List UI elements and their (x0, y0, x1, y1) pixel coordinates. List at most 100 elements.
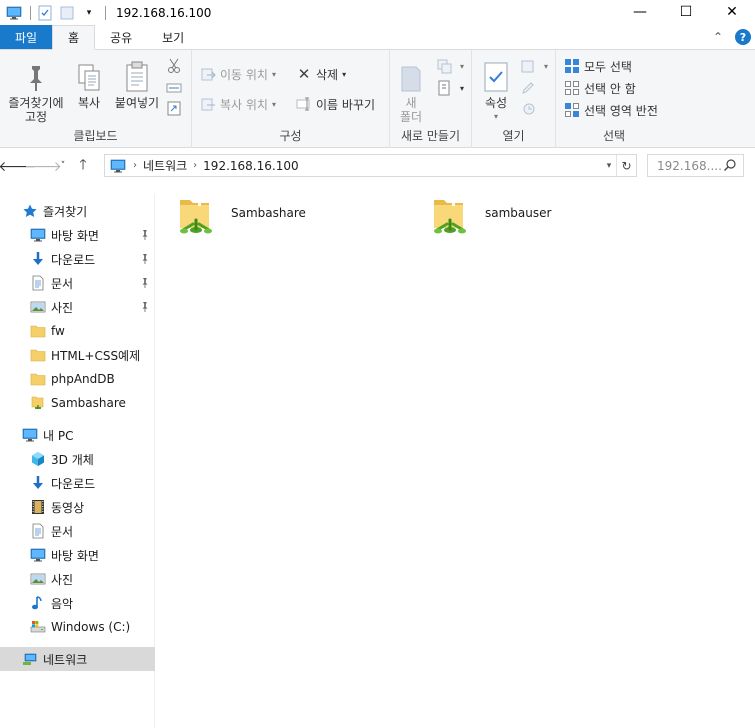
pin-icon[interactable] (139, 300, 151, 314)
move-to-button[interactable]: 이동 위치 ▾ (200, 64, 276, 84)
history-button[interactable] (520, 98, 540, 118)
nav-quick-downloads[interactable]: 다운로드 (0, 247, 155, 271)
star-icon (22, 203, 38, 219)
pin-to-quick-access-button[interactable]: 즐겨찾기에 고정 (4, 62, 68, 124)
nav-quick-access[interactable]: 즐겨찾기 (0, 199, 155, 223)
select-all-button[interactable]: 모두 선택 (564, 56, 632, 76)
new-item-dropdown-icon: ▾ (460, 61, 465, 71)
pin-icon (21, 62, 51, 94)
collapse-ribbon-button[interactable]: ⌃ (713, 30, 723, 44)
nav-quick-fw[interactable]: fw (0, 319, 155, 343)
recent-locations-button[interactable]: ˅ (56, 153, 70, 179)
nav-quick-desktop[interactable]: 바탕 화면 (0, 223, 155, 247)
nav-pc-downloads[interactable]: 다운로드 (0, 471, 155, 495)
nav-quick-html-css[interactable]: HTML+CSS예제 (0, 343, 155, 367)
window-title: 192.168.16.100 (116, 6, 212, 20)
nav-quick-pictures[interactable]: 사진 (0, 295, 155, 319)
select-none-button[interactable]: 선택 안 함 (564, 78, 636, 98)
nav-pc-3d-objects[interactable]: 3D 개체 (0, 447, 155, 471)
nav-network[interactable]: 네트워크 (0, 647, 155, 671)
delete-button[interactable]: ✕ 삭제 ▾ (296, 64, 346, 84)
up-button[interactable]: 🡑 (70, 153, 96, 179)
customize-dropdown-icon[interactable]: ▾ (81, 5, 97, 21)
open-dropdown-icon: ▾ (544, 61, 549, 71)
minimize-button[interactable]: — (617, 0, 663, 24)
breadcrumb-network[interactable]: 네트워크 (143, 157, 187, 174)
ribbon-tabs: 파일 홈 공유 보기 ⌃ ? (0, 25, 755, 50)
easy-access-button[interactable]: ▾ (436, 78, 464, 98)
share-item-sambashare[interactable]: Sambashare (174, 190, 306, 238)
new-folder-icon (396, 62, 426, 94)
nav-label: 문서 (51, 276, 74, 291)
tab-share[interactable]: 공유 (95, 25, 147, 49)
clipboard-group-label: 클립보드 (73, 129, 118, 143)
select-all-icon (564, 58, 580, 74)
address-bar[interactable]: › 네트워크 › 192.168.16.100 ▾ ↻ (104, 154, 637, 177)
rename-button[interactable]: 이름 바꾸기 (296, 94, 375, 114)
nav-pc-desktop[interactable]: 바탕 화면 (0, 543, 155, 567)
paste-shortcut-button[interactable] (166, 98, 186, 118)
chevron-right-icon[interactable]: › (133, 160, 137, 171)
nav-quick-sambashare[interactable]: Sambashare (0, 391, 155, 415)
nav-pc-videos[interactable]: 동영상 (0, 495, 155, 519)
select-none-label: 선택 안 함 (584, 81, 636, 96)
new-group-label: 새로 만들기 (400, 129, 460, 143)
nav-label: fw (51, 324, 65, 338)
tab-file[interactable]: 파일 (0, 25, 52, 49)
new-item-button[interactable]: ▾ (436, 56, 464, 76)
properties-icon[interactable] (37, 5, 53, 21)
paste-button[interactable]: 붙여넣기 (110, 60, 164, 110)
share-item-sambauser[interactable]: sambauser (428, 190, 551, 238)
close-button[interactable]: ✕ (709, 0, 755, 24)
help-button[interactable]: ? (735, 29, 751, 45)
nav-pc-music[interactable]: 음악 (0, 591, 155, 615)
properties-button[interactable]: 속성 ▾ (478, 60, 514, 124)
address-dropdown-icon[interactable]: ▾ (602, 155, 616, 176)
select-group-label: 선택 (602, 129, 626, 143)
shared-folder-icon (174, 190, 222, 238)
invert-selection-button[interactable]: 선택 영역 반전 (564, 100, 658, 120)
nav-pc-pictures[interactable]: 사진 (0, 567, 155, 591)
nav-label: 사진 (51, 300, 74, 315)
computer-icon[interactable] (6, 5, 22, 21)
pin-icon[interactable] (139, 252, 151, 266)
new-folder-button[interactable]: 새 폴더 (396, 62, 426, 124)
nav-label: 사진 (51, 572, 74, 587)
tab-view[interactable]: 보기 (147, 25, 199, 49)
scissors-icon (166, 58, 182, 74)
nav-this-pc[interactable]: 내 PC (0, 423, 155, 447)
search-box[interactable]: 192.168.... (647, 154, 744, 177)
pin-icon[interactable] (139, 276, 151, 290)
copy-to-button[interactable]: 복사 위치 ▾ (200, 94, 276, 114)
move-to-dropdown-icon: ▾ (271, 69, 276, 79)
search-icon (723, 158, 737, 175)
item-name: Sambashare (231, 206, 306, 220)
tab-home[interactable]: 홈 (52, 25, 96, 50)
nav-pc-documents[interactable]: 문서 (0, 519, 155, 543)
new-group: 새 폴더 ▾ ▾ 새로 만들기 (390, 50, 472, 148)
pin-icon[interactable] (139, 228, 151, 242)
edit-icon (520, 80, 536, 96)
clipboard-group: 즐겨찾기에 고정 복사 붙여넣기 클립보드 (0, 50, 192, 148)
new-folder-icon[interactable] (59, 5, 75, 21)
copy-icon (74, 62, 104, 94)
pin-label-line1: 즐겨찾기에 (8, 96, 64, 110)
forward-button[interactable]: 🡒 (24, 153, 62, 179)
breadcrumb: › 네트워크 › 192.168.16.100 (127, 157, 299, 174)
nav-pc-windows-drive[interactable]: Windows (C:) (0, 615, 155, 639)
refresh-icon[interactable]: ↻ (616, 155, 636, 176)
copy-button[interactable]: 복사 (70, 62, 108, 110)
maximize-button[interactable]: ☐ (663, 0, 709, 24)
nav-quick-documents[interactable]: 문서 (0, 271, 155, 295)
copy-path-button[interactable] (166, 78, 186, 98)
copy-path-icon (166, 80, 182, 96)
chevron-right-icon[interactable]: › (193, 160, 197, 171)
nav-label: 네트워크 (43, 652, 88, 667)
cut-button[interactable] (166, 56, 186, 76)
breadcrumb-host[interactable]: 192.168.16.100 (203, 159, 298, 173)
edit-button[interactable] (520, 78, 540, 98)
shared-folder-icon (30, 395, 46, 411)
open-button[interactable]: ▾ (520, 56, 548, 76)
document-icon (30, 275, 46, 291)
nav-quick-phpanddb[interactable]: phpAndDB (0, 367, 155, 391)
